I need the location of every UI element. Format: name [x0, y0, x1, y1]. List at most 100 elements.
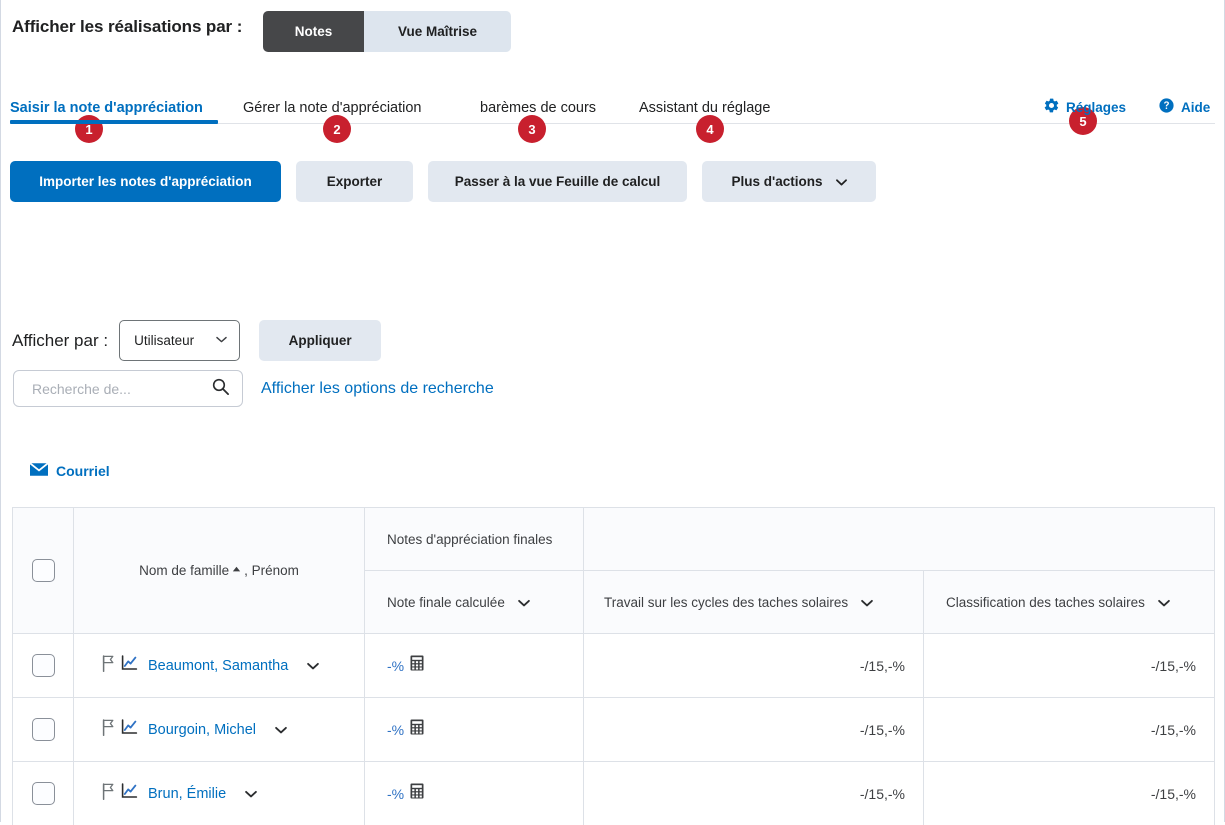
header-sunspot-classification-label: Classification des taches solaires	[946, 594, 1145, 610]
chevron-down-icon[interactable]	[517, 596, 530, 608]
export-button[interactable]: Exporter	[296, 161, 413, 202]
calculator-icon[interactable]	[410, 719, 424, 740]
header-select-all-cell	[13, 508, 74, 633]
search-box[interactable]	[13, 370, 243, 407]
sort-ascending-icon	[231, 563, 242, 578]
more-actions-label: Plus d'actions	[731, 174, 823, 189]
import-grades-button[interactable]: Importer les notes d'appréciation	[10, 161, 281, 202]
row-checkbox[interactable]	[31, 782, 55, 805]
header-group-final-grades: Notes d'appréciation finales	[365, 508, 584, 570]
more-actions-button[interactable]: Plus d'actions	[702, 161, 876, 202]
row-name-cell: Bourgoin, Michel	[74, 698, 365, 761]
grades-table: Nom de famille , Prénom Notes d'apprécia…	[12, 507, 1215, 825]
table-header: Nom de famille , Prénom Notes d'apprécia…	[13, 508, 1214, 633]
header-columns-row: Note finale calculée Travail sur les cyc…	[365, 571, 1214, 633]
row-sunspot-classification-cell[interactable]: -/15,-%	[924, 698, 1214, 761]
table-row: Brun, Émilie -% -/15,-% -/15,-%	[13, 761, 1214, 825]
sunspot-classification-score: -/15,-%	[1150, 721, 1196, 738]
table-row: Beaumont, Samantha -% -/15,-% -/15,-%	[13, 633, 1214, 697]
student-name-link[interactable]: Beaumont, Samantha	[148, 658, 288, 674]
display-by-row: Afficher par : Utilisateur Appliquer	[12, 320, 382, 361]
help-icon	[1158, 97, 1175, 117]
sunspot-classification-score: -/15,-%	[1150, 657, 1196, 674]
row-sunspot-cycles-cell[interactable]: -/15,-%	[584, 634, 924, 697]
step-badge-4: 4	[696, 115, 724, 143]
flag-icon[interactable]	[102, 782, 115, 805]
row-sunspot-cycles-cell[interactable]: -/15,-%	[584, 762, 924, 825]
tab-setup-wizard[interactable]: Assistant du réglage	[639, 100, 770, 116]
tab-active-indicator	[10, 120, 218, 124]
apply-button[interactable]: Appliquer	[259, 320, 382, 361]
tab-enter-grades[interactable]: Saisir la note d'appréciation	[10, 100, 203, 116]
row-final-grade-cell: -%	[365, 698, 584, 761]
header-group-row: Notes d'appréciation finales	[365, 508, 1214, 571]
row-sunspot-cycles-cell[interactable]: -/15,-%	[584, 698, 924, 761]
email-button[interactable]: Courriel	[29, 462, 110, 479]
header-sunspot-cycles-work[interactable]: Travail sur les cycles des taches solair…	[584, 571, 924, 633]
toggle-option-mastery-view[interactable]: Vue Maîtrise	[364, 11, 511, 52]
chevron-down-icon[interactable]	[860, 596, 873, 608]
header-name-cell[interactable]: Nom de famille , Prénom	[74, 508, 365, 633]
header-name-label: Nom de famille	[139, 563, 230, 578]
envelope-icon	[29, 462, 49, 479]
header-calculated-final-grade[interactable]: Note finale calculée	[365, 571, 584, 633]
final-grade-value[interactable]: -%	[387, 658, 404, 674]
help-label: Aide	[1181, 99, 1211, 115]
chevron-down-icon[interactable]	[306, 659, 320, 672]
tab-course-schemes[interactable]: barèmes de cours	[480, 100, 596, 116]
flag-icon[interactable]	[102, 654, 115, 677]
view-mode-toggle[interactable]: Notes Vue Maîtrise	[263, 11, 511, 52]
final-grade-value[interactable]: -%	[387, 786, 404, 802]
grade-chart-icon[interactable]	[121, 783, 138, 804]
chevron-down-icon[interactable]	[1157, 596, 1170, 608]
show-search-options-link[interactable]: Afficher les options de recherche	[261, 380, 494, 398]
name-sort-control[interactable]: Nom de famille , Prénom	[139, 563, 299, 578]
help-link[interactable]: Aide	[1158, 97, 1210, 117]
select-all-checkbox[interactable]	[31, 559, 55, 582]
settings-link[interactable]: Réglages	[1043, 97, 1126, 117]
action-toolbar: Importer les notes d'appréciation Export…	[10, 161, 876, 202]
row-checkbox[interactable]	[31, 718, 55, 741]
display-by-value: Utilisateur	[134, 333, 195, 348]
step-badge-2: 2	[323, 115, 351, 143]
student-name-link[interactable]: Brun, Émilie	[148, 786, 226, 802]
chevron-down-icon[interactable]	[244, 787, 257, 800]
header-group-label: Notes d'appréciation finales	[387, 531, 553, 547]
row-final-grade-cell: -%	[365, 762, 584, 825]
switch-to-spreadsheet-button[interactable]: Passer à la vue Feuille de calcul	[428, 161, 687, 202]
search-input[interactable]	[30, 379, 211, 398]
grades-page: Afficher les réalisations par : Notes Vu…	[0, 0, 1225, 825]
row-select-cell	[13, 698, 74, 761]
main-tabs: 1 Saisir la note d'appréciation 2 Gérer …	[1, 58, 1224, 143]
row-sunspot-classification-cell[interactable]: -/15,-%	[924, 762, 1214, 825]
row-select-cell	[13, 634, 74, 697]
display-by-label: Afficher par :	[12, 330, 109, 350]
step-badge-3: 3	[518, 115, 546, 143]
header-sunspot-cycles-work-label: Travail sur les cycles des taches solair…	[604, 594, 849, 610]
row-name-cell: Beaumont, Samantha	[74, 634, 365, 697]
calculator-icon[interactable]	[410, 655, 424, 676]
row-sunspot-classification-cell[interactable]: -/15,-%	[924, 634, 1214, 697]
final-grade-value[interactable]: -%	[387, 722, 404, 738]
header-calculated-final-grade-label: Note finale calculée	[387, 594, 505, 610]
toggle-option-notes[interactable]: Notes	[263, 11, 364, 52]
settings-label: Réglages	[1066, 99, 1127, 115]
email-label: Courriel	[56, 463, 110, 479]
header-sunspot-classification[interactable]: Classification des taches solaires	[924, 571, 1214, 633]
search-icon[interactable]	[211, 377, 230, 401]
row-checkbox[interactable]	[31, 654, 55, 677]
view-mode-label: Afficher les réalisations par :	[12, 17, 243, 36]
flag-icon[interactable]	[102, 718, 115, 741]
grade-chart-icon[interactable]	[121, 655, 138, 676]
header-group-empty	[584, 508, 1214, 570]
display-by-select[interactable]: Utilisateur	[119, 320, 241, 361]
student-name-link[interactable]: Bourgoin, Michel	[148, 722, 256, 738]
gear-icon	[1043, 97, 1060, 117]
calculator-icon[interactable]	[410, 783, 424, 804]
chevron-down-icon[interactable]	[274, 723, 287, 736]
row-select-cell	[13, 762, 74, 825]
sunspot-cycles-score: -/15,-%	[859, 657, 905, 674]
table-row: Bourgoin, Michel -% -/15,-% -/15,-%	[13, 697, 1214, 761]
tab-manage-grades[interactable]: Gérer la note d'appréciation	[243, 100, 422, 116]
grade-chart-icon[interactable]	[121, 719, 138, 740]
